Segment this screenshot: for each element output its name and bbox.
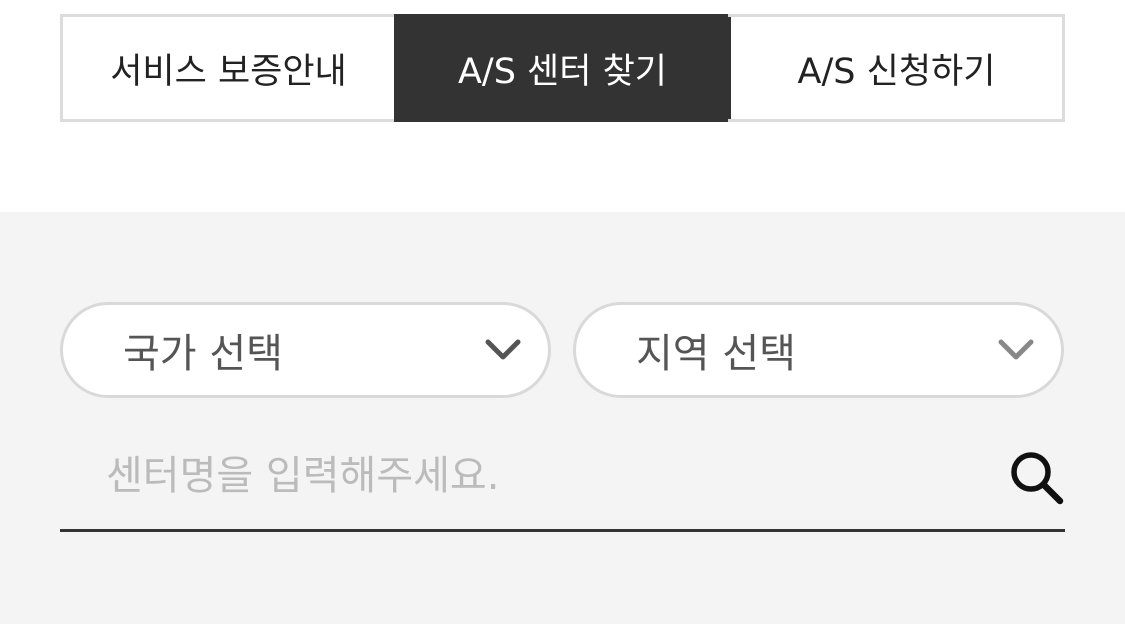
chevron-down-icon xyxy=(485,339,521,360)
tab-service-warranty[interactable]: 서비스 보증안내 xyxy=(63,17,394,119)
search-icon[interactable] xyxy=(1007,448,1065,506)
region-select[interactable]: 지역 선택 xyxy=(573,302,1064,398)
tab-as-center-finder[interactable]: A/S 센터 찾기 xyxy=(394,14,728,122)
center-name-input[interactable] xyxy=(60,422,990,529)
center-search-field xyxy=(60,422,1065,532)
region-select-label: 지역 선택 xyxy=(636,331,796,377)
center-search-panel: 국가 선택 지역 선택 xyxy=(0,212,1125,624)
country-select[interactable]: 국가 선택 xyxy=(60,302,551,398)
chevron-down-icon xyxy=(998,339,1034,360)
country-select-label: 국가 선택 xyxy=(123,331,283,377)
service-tabs: 서비스 보증안내 A/S 센터 찾기 A/S 신청하기 xyxy=(60,14,1065,122)
tab-as-request[interactable]: A/S 신청하기 xyxy=(728,17,1062,119)
